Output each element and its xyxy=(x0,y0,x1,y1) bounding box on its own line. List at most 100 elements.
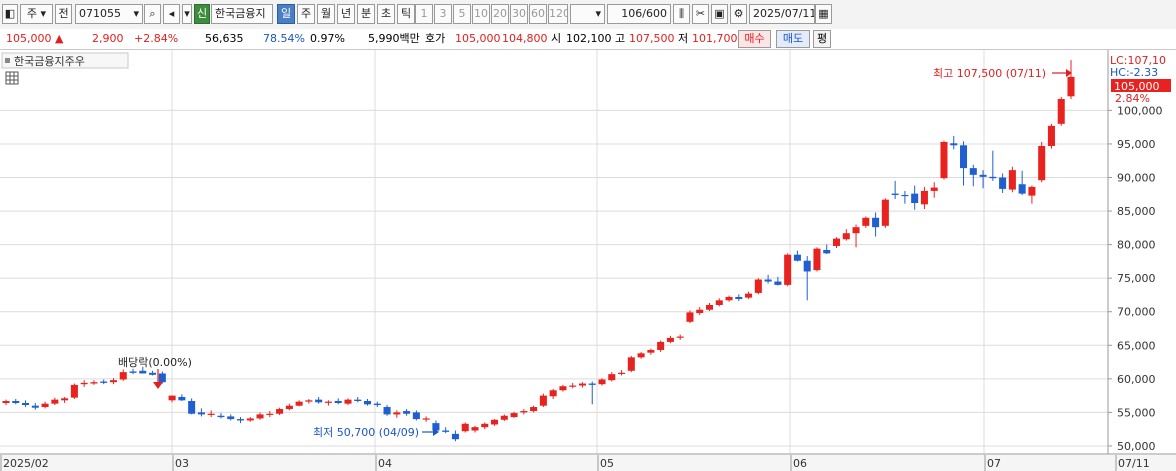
candle-body xyxy=(588,383,596,385)
candle-body xyxy=(696,309,704,314)
candle-body xyxy=(960,145,968,169)
candle-body xyxy=(31,405,39,408)
date-input[interactable]: 2025/07/11 xyxy=(749,4,815,24)
chart-background xyxy=(0,50,1176,471)
chart-type-icon[interactable]: ⫼ xyxy=(673,4,690,24)
candle-body xyxy=(637,353,645,358)
prev-button[interactable]: 전 xyxy=(55,4,72,24)
bid-ask-label: 호가 xyxy=(425,32,446,45)
interval-select[interactable]: ▾ xyxy=(570,4,605,24)
candle-body xyxy=(735,296,743,299)
candle-body xyxy=(920,190,928,205)
market-select[interactable]: 주 ▾ xyxy=(20,4,53,24)
candle-body xyxy=(471,427,479,431)
compare-icon[interactable]: ✂ xyxy=(692,4,709,24)
x-tick-label: 03 xyxy=(175,457,189,470)
period-tick[interactable]: 틱 xyxy=(397,4,415,24)
candle-body xyxy=(1067,76,1075,97)
y-tick-label: 60,000 xyxy=(1117,373,1156,386)
candle-body xyxy=(217,415,225,418)
search-icon[interactable]: ⌕ xyxy=(144,4,161,24)
interval-20[interactable]: 20 xyxy=(491,4,509,24)
interval-3[interactable]: 3 xyxy=(434,4,452,24)
buy-button[interactable]: 매수 xyxy=(738,30,771,48)
interval-120[interactable]: 120 xyxy=(548,4,568,24)
candle-body xyxy=(950,143,958,146)
interval-60[interactable]: 60 xyxy=(529,4,547,24)
calendar-icon[interactable]: ▦ xyxy=(815,4,832,24)
x-tick-label: 06 xyxy=(793,457,807,470)
candle-body xyxy=(344,399,352,404)
period-minute[interactable]: 분 xyxy=(357,4,375,24)
period-day[interactable]: 일 xyxy=(277,4,295,24)
candle-body xyxy=(813,248,821,271)
sell-button[interactable]: 매도 xyxy=(776,30,810,48)
save-icon[interactable]: ▣ xyxy=(711,4,728,24)
candle-body xyxy=(393,412,401,415)
price-chart: 50,000 55,000 60,000 65,000 70,000 75,000 80,0… xyxy=(0,50,1176,471)
speaker-icon[interactable]: ◂ xyxy=(163,4,180,24)
interval-1[interactable]: 1 xyxy=(415,4,433,24)
candle-body xyxy=(754,279,762,293)
count-input[interactable]: 106/600 xyxy=(607,4,671,24)
candle-body xyxy=(930,187,938,191)
candle-body xyxy=(539,395,547,406)
period-year[interactable]: 년 xyxy=(337,4,355,24)
eval-button[interactable]: 평 xyxy=(813,30,831,48)
gear-icon[interactable]: ⚙ xyxy=(730,4,747,24)
candle xyxy=(1008,166,1016,193)
volume: 56,635 xyxy=(205,32,244,45)
high-price: 107,500 xyxy=(629,32,675,45)
candle-body xyxy=(1057,98,1065,124)
interval-5[interactable]: 5 xyxy=(453,4,471,24)
candle-body xyxy=(1028,186,1036,196)
candle-body xyxy=(510,413,518,418)
market-code: 주 xyxy=(26,7,38,20)
panel-icon[interactable]: ◧ xyxy=(2,4,18,24)
stock-name: 한국금융지 xyxy=(211,4,273,24)
price-change-pct: +2.84% xyxy=(134,32,179,45)
candle-body xyxy=(412,412,420,420)
candle-body xyxy=(1038,145,1046,181)
y-tick-label: 65,000 xyxy=(1117,339,1156,352)
low-marker-label: 최저 50,700 (04/09) xyxy=(313,426,419,439)
stock-code-input[interactable]: 071055 ▾ xyxy=(75,4,143,24)
candle-body xyxy=(842,233,850,240)
grid-toggle-icon[interactable] xyxy=(5,71,19,85)
candle-body xyxy=(363,400,372,405)
period-week[interactable]: 주 xyxy=(297,4,315,24)
candle-body xyxy=(784,254,792,285)
chevron-down-icon: ▾ xyxy=(40,7,47,20)
candle-body xyxy=(803,260,811,272)
candle-body xyxy=(41,403,49,408)
candle-body xyxy=(354,399,362,401)
legend-title: 한국금융지주우 xyxy=(14,55,85,68)
chevron-down-icon[interactable]: ▾ xyxy=(182,4,192,24)
candle xyxy=(1038,141,1046,183)
period-month[interactable]: 월 xyxy=(317,4,335,24)
candle-body xyxy=(442,430,450,432)
candle-body xyxy=(500,415,508,420)
dividend-label: 배당락(0.00%) xyxy=(118,356,192,369)
count-max: /600 xyxy=(642,7,667,20)
interval-30[interactable]: 30 xyxy=(510,4,528,24)
candle-body xyxy=(940,141,948,179)
ask-price: 105,000 xyxy=(455,32,501,45)
low-price: 101,700 xyxy=(692,32,738,45)
candle-body xyxy=(90,382,98,384)
candle-body xyxy=(725,296,733,301)
candle xyxy=(813,247,821,272)
period-second[interactable]: 초 xyxy=(377,4,395,24)
credit-badge: 신 xyxy=(194,4,210,24)
candle-body xyxy=(227,416,235,420)
interval-10[interactable]: 10 xyxy=(472,4,490,24)
candle-body xyxy=(70,384,78,398)
candle xyxy=(881,198,889,228)
candle-body xyxy=(549,390,557,397)
candle-body xyxy=(22,402,30,406)
candle-body xyxy=(832,238,841,246)
candle-body xyxy=(862,217,870,226)
candle-body xyxy=(256,414,264,419)
candle-body xyxy=(793,254,801,261)
legend-marker-icon xyxy=(5,58,10,63)
